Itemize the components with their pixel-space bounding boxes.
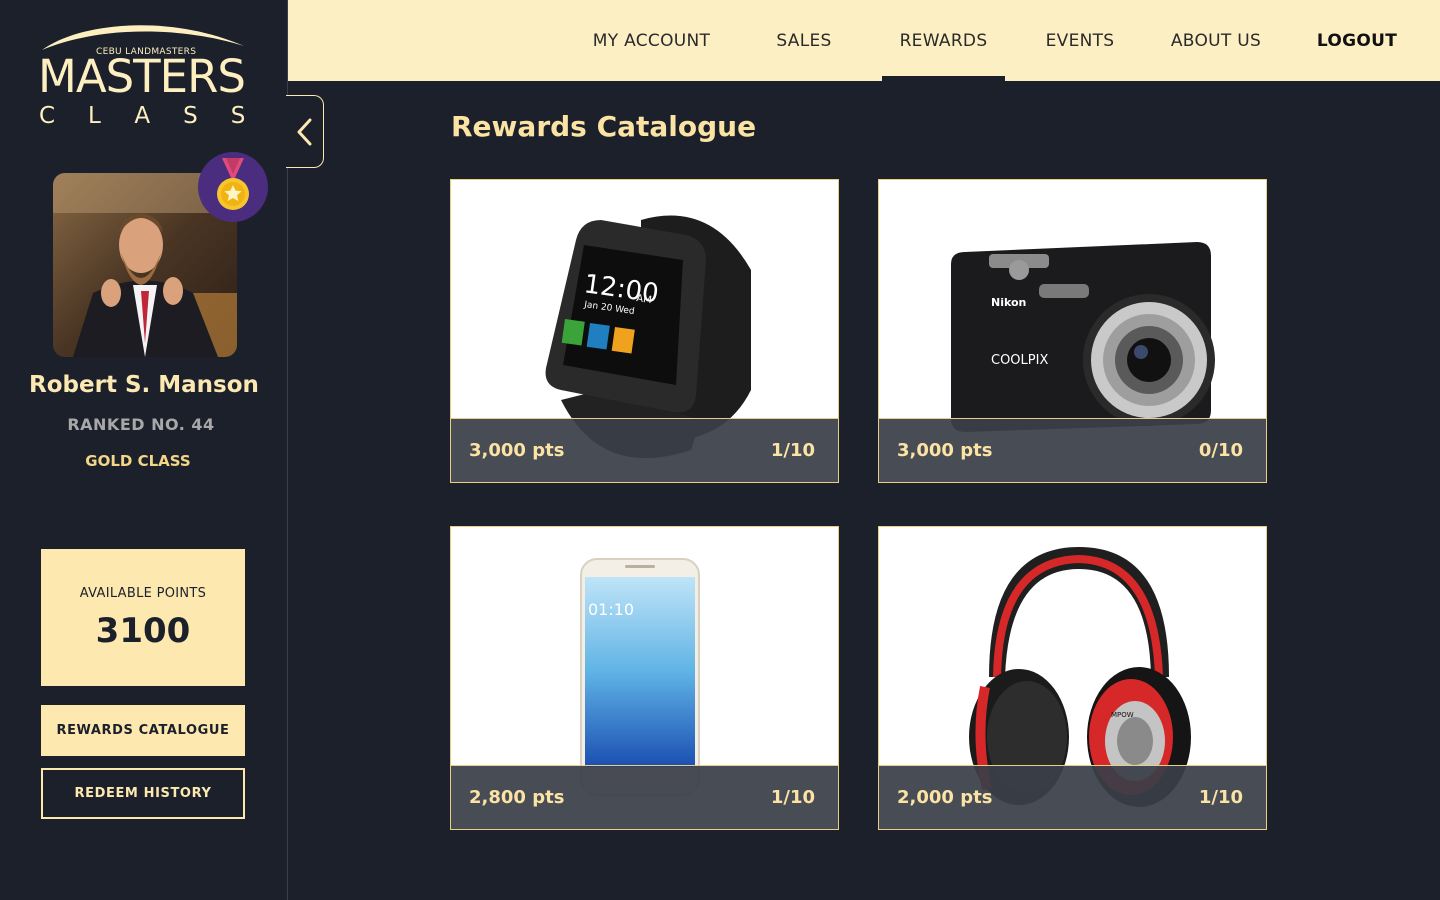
available-points-value: 3100 [95,611,191,651]
nav-my-account[interactable]: MY ACCOUNT [573,0,730,81]
phone-screen-time: 01:10 [588,600,634,619]
chevron-left-icon [297,118,311,145]
reward-stock: 1/10 [1198,787,1243,808]
reward-card-smartphone[interactable]: 01:10 2,800 pts 1/10 [450,526,839,830]
reward-card-headphones[interactable]: MPOW 2,000 pts 1/10 [878,526,1267,830]
available-points-label: AVAILABLE POINTS [79,586,207,601]
reward-stock: 1/10 [770,440,815,461]
reward-card-footer: 2,800 pts 1/10 [451,765,838,829]
user-name: Robert S. Manson [29,372,259,398]
top-nav: MY ACCOUNT SALES REWARDS EVENTS ABOUT US… [288,0,1440,81]
user-rank: RANKED NO. 44 [67,415,215,434]
reward-points: 3,000 pts [897,440,993,461]
nav-events[interactable]: EVENTS [1032,0,1128,81]
headphones-brand-label: MPOW [1111,711,1134,719]
reward-card-footer: 3,000 pts 0/10 [879,418,1266,482]
watch-screen-ampm: AM [636,293,653,306]
sidebar: CEBU LANDMASTERS MASTERS CLASS Robert S.… [0,0,288,900]
reward-points: 3,000 pts [469,440,565,461]
reward-card-smartwatch[interactable]: 12:00 AM Jan 20 Wed 3,000 pts 1/10 [450,179,839,483]
logo-title: MASTERS [38,50,246,103]
available-points-panel: AVAILABLE POINTS 3100 [41,549,245,686]
collapse-sidebar-button[interactable] [286,95,324,168]
reward-card-camera[interactable]: Nikon COOLPIX 3,000 pts 0/10 [878,179,1267,483]
reward-stock: 0/10 [1198,440,1243,461]
masters-class-logo[interactable]: CEBU LANDMASTERS MASTERS CLASS [38,16,252,128]
camera-model-label: COOLPIX [991,353,1048,368]
reward-points: 2,000 pts [897,787,993,808]
rewards-catalogue-button[interactable]: REWARDS CATALOGUE [41,705,245,756]
nav-logout[interactable]: LOGOUT [1308,0,1406,81]
redeem-history-button[interactable]: REDEEM HISTORY [41,768,245,819]
nav-about-us[interactable]: ABOUT US [1156,0,1276,81]
reward-points: 2,800 pts [469,787,565,808]
user-class: GOLD CLASS [85,452,191,470]
page-title: Rewards Catalogue [451,110,757,143]
camera-brand-label: Nikon [991,296,1026,309]
reward-card-footer: 2,000 pts 1/10 [879,765,1266,829]
nav-rewards[interactable]: REWARDS [882,0,1005,81]
reward-stock: 1/10 [770,787,815,808]
medal-badge-icon [198,152,268,222]
reward-card-footer: 3,000 pts 1/10 [451,418,838,482]
nav-sales[interactable]: SALES [760,0,848,81]
logo-subtitle: CLASS [39,103,279,129]
